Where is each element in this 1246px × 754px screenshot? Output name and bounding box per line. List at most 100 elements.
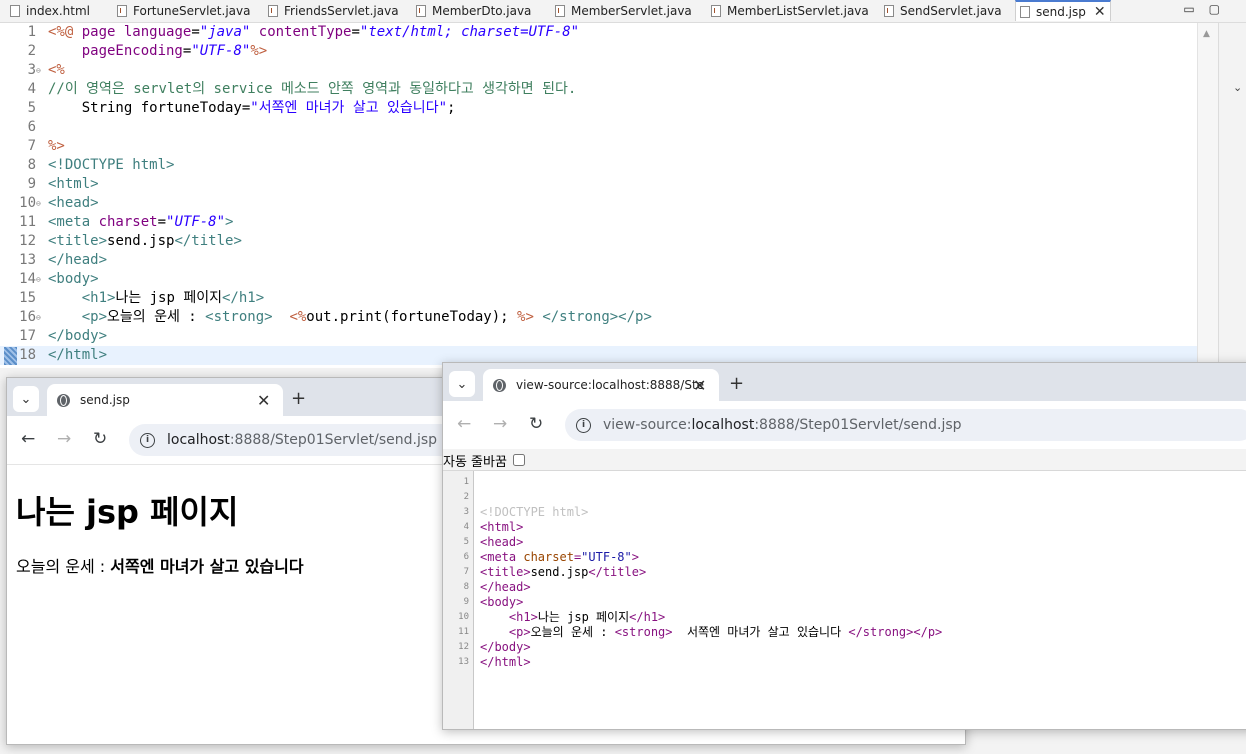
code-line[interactable]: 12 <title>send.jsp</title>	[0, 232, 1197, 251]
code-editor[interactable]: 1 <%@ page language="java" contentType="t…	[0, 23, 1197, 368]
code-text: <html>	[48, 176, 99, 192]
code-text: <head>	[48, 195, 99, 211]
source-line-number: 1	[463, 477, 469, 487]
tab-fortune-servlet[interactable]: FortuneServlet.java	[117, 0, 250, 22]
info-icon[interactable]: i	[576, 417, 591, 433]
line-number: 7	[27, 138, 36, 154]
source-line: 8 </head>	[443, 580, 1246, 595]
chevron-down-icon: ⌄	[20, 391, 32, 407]
source-line: 2	[443, 490, 1246, 505]
html-file-icon	[10, 5, 20, 17]
minimize-icon[interactable]: ▭	[1183, 2, 1194, 16]
forward-arrow-icon[interactable]: →	[493, 414, 507, 434]
code-line[interactable]: 6	[0, 118, 1197, 137]
tab-send-jsp[interactable]: send.jsp ✕	[1015, 0, 1111, 21]
code-line[interactable]: 5 String fortuneToday="서쪽엔 마녀가 살고 있습니다";	[0, 99, 1197, 118]
tab-member-dto[interactable]: MemberDto.java	[416, 0, 531, 22]
source-line: 4 <html>	[443, 520, 1246, 535]
back-arrow-icon[interactable]: ←	[21, 429, 35, 449]
maximize-icon[interactable]: ▢	[1209, 2, 1220, 16]
source-line-number: 2	[463, 492, 469, 502]
scroll-up-icon[interactable]: ▲	[1203, 29, 1210, 39]
tab-send-servlet[interactable]: SendServlet.java	[884, 0, 1002, 22]
code-line[interactable]: 2 pageEncoding="UTF-8"%>	[0, 42, 1197, 61]
source-line-number: 12	[458, 642, 469, 652]
code-line[interactable]: 15 <h1>나는 jsp 페이지</h1>	[0, 289, 1197, 308]
close-icon[interactable]: ✕	[1094, 4, 1106, 20]
tab-member-servlet[interactable]: MemberServlet.java	[555, 0, 692, 22]
code-line[interactable]: 13 </head>	[0, 251, 1197, 270]
source-line: 10 <h1>나는 jsp 페이지</h1>	[443, 610, 1246, 625]
source-text: <p>오늘의 운세 : <strong> 서쪽엔 마녀가 살고 있습니다 </s…	[508, 625, 943, 639]
code-line[interactable]: 1 <%@ page language="java" contentType="t…	[0, 23, 1197, 42]
outline-panel: ⌄	[1218, 23, 1246, 368]
fold-toggle-icon[interactable]: ⊖	[36, 194, 41, 213]
line-number: 17	[19, 328, 36, 344]
code-line[interactable]: 10 ⊖ <head>	[0, 194, 1197, 213]
code-line[interactable]: 17 </body>	[0, 327, 1197, 346]
code-text: <h1>나는 jsp 페이지</h1>	[81, 290, 265, 306]
source-text: <title>send.jsp</title>	[480, 565, 647, 579]
info-icon[interactable]: i	[140, 432, 155, 448]
line-number: 16	[19, 309, 36, 325]
browser-tab-view-source[interactable]: view-source:localhost:8888/Ste ✕	[483, 369, 719, 401]
reload-icon[interactable]: ↻	[529, 414, 543, 434]
address-bar[interactable]: i view-source:localhost:8888/Step01Servl…	[565, 409, 1246, 441]
chevron-down-icon[interactable]: ⌄	[1233, 81, 1242, 94]
code-text: pageEncoding="UTF-8"%>	[81, 43, 268, 59]
browser-tab-send-jsp[interactable]: send.jsp ✕	[47, 384, 283, 416]
code-line[interactable]: 16 ⊖ <p>오늘의 운세 : <strong> <%out.print(for…	[0, 308, 1197, 327]
line-number: 3	[27, 62, 36, 78]
close-icon[interactable]: ✕	[257, 391, 270, 410]
source-line: 13 </html>	[443, 655, 1246, 670]
tab-label: SendServlet.java	[900, 4, 1002, 18]
line-wrap-checkbox[interactable]	[512, 454, 525, 466]
code-text: </body>	[48, 328, 108, 344]
tab-member-list-servlet[interactable]: MemberListServlet.java	[711, 0, 869, 22]
editor-vertical-scrollbar[interactable]: ▲	[1197, 23, 1218, 368]
browser-window-source: ⌄ view-source:localhost:8888/Ste ✕ + ← →…	[442, 362, 1246, 730]
close-icon[interactable]: ✕	[693, 376, 706, 395]
line-number: 1	[27, 24, 36, 40]
code-line[interactable]: 3 ⊖ <%	[0, 61, 1197, 80]
chevron-down-icon: ⌄	[456, 376, 468, 392]
back-arrow-icon[interactable]: ←	[457, 414, 471, 434]
tab-search-button[interactable]: ⌄	[13, 386, 39, 412]
forward-arrow-icon[interactable]: →	[57, 429, 71, 449]
code-line[interactable]: 8 <!DOCTYPE html>	[0, 156, 1197, 175]
code-text: </html>	[48, 347, 108, 363]
fold-toggle-icon[interactable]: ⊖	[36, 270, 41, 289]
java-file-icon	[884, 5, 894, 17]
code-line[interactable]: 9 <html>	[0, 175, 1197, 194]
code-line[interactable]: 4 //이 영역은 servlet의 service 메소드 안쪽 영역과 동일하…	[0, 80, 1197, 99]
reload-icon[interactable]: ↻	[93, 429, 107, 449]
source-view: 1 2 3 <!DOCTYPE html> 4 <html> 5 <head> 6 <meta c…	[443, 470, 1246, 729]
plus-icon[interactable]: +	[291, 388, 306, 409]
tab-friends-servlet[interactable]: FriendsServlet.java	[268, 0, 399, 22]
java-file-icon	[117, 5, 127, 17]
java-file-icon	[555, 5, 565, 17]
line-number: 6	[27, 119, 36, 135]
plus-icon[interactable]: +	[729, 373, 744, 394]
fold-toggle-icon[interactable]: ⊖	[36, 61, 41, 80]
line-wrap-bar: 자동 줄바꿈	[443, 449, 1246, 471]
line-number: 14	[19, 271, 36, 287]
java-file-icon	[268, 5, 278, 17]
code-line[interactable]: 7 %>	[0, 137, 1197, 156]
source-line: 12 </body>	[443, 640, 1246, 655]
code-text: <!DOCTYPE html>	[48, 157, 175, 173]
tab-index-html[interactable]: index.html	[10, 0, 90, 22]
code-text: %>	[48, 138, 65, 154]
source-line: 5 <head>	[443, 535, 1246, 550]
source-line-number: 8	[463, 582, 469, 592]
tab-search-button[interactable]: ⌄	[449, 371, 475, 397]
code-text: <p>오늘의 운세 : <strong> <%out.print(fortune…	[81, 309, 652, 325]
code-line[interactable]: 11 <meta charset="UTF-8">	[0, 213, 1197, 232]
code-text: <body>	[48, 271, 99, 287]
source-text: <html>	[480, 520, 524, 534]
jsp-file-icon	[1020, 5, 1030, 18]
source-line-number: 5	[463, 537, 469, 547]
fold-toggle-icon[interactable]: ⊖	[36, 308, 41, 327]
code-line[interactable]: 14 ⊖ <body>	[0, 270, 1197, 289]
source-line-number: 9	[463, 597, 469, 607]
